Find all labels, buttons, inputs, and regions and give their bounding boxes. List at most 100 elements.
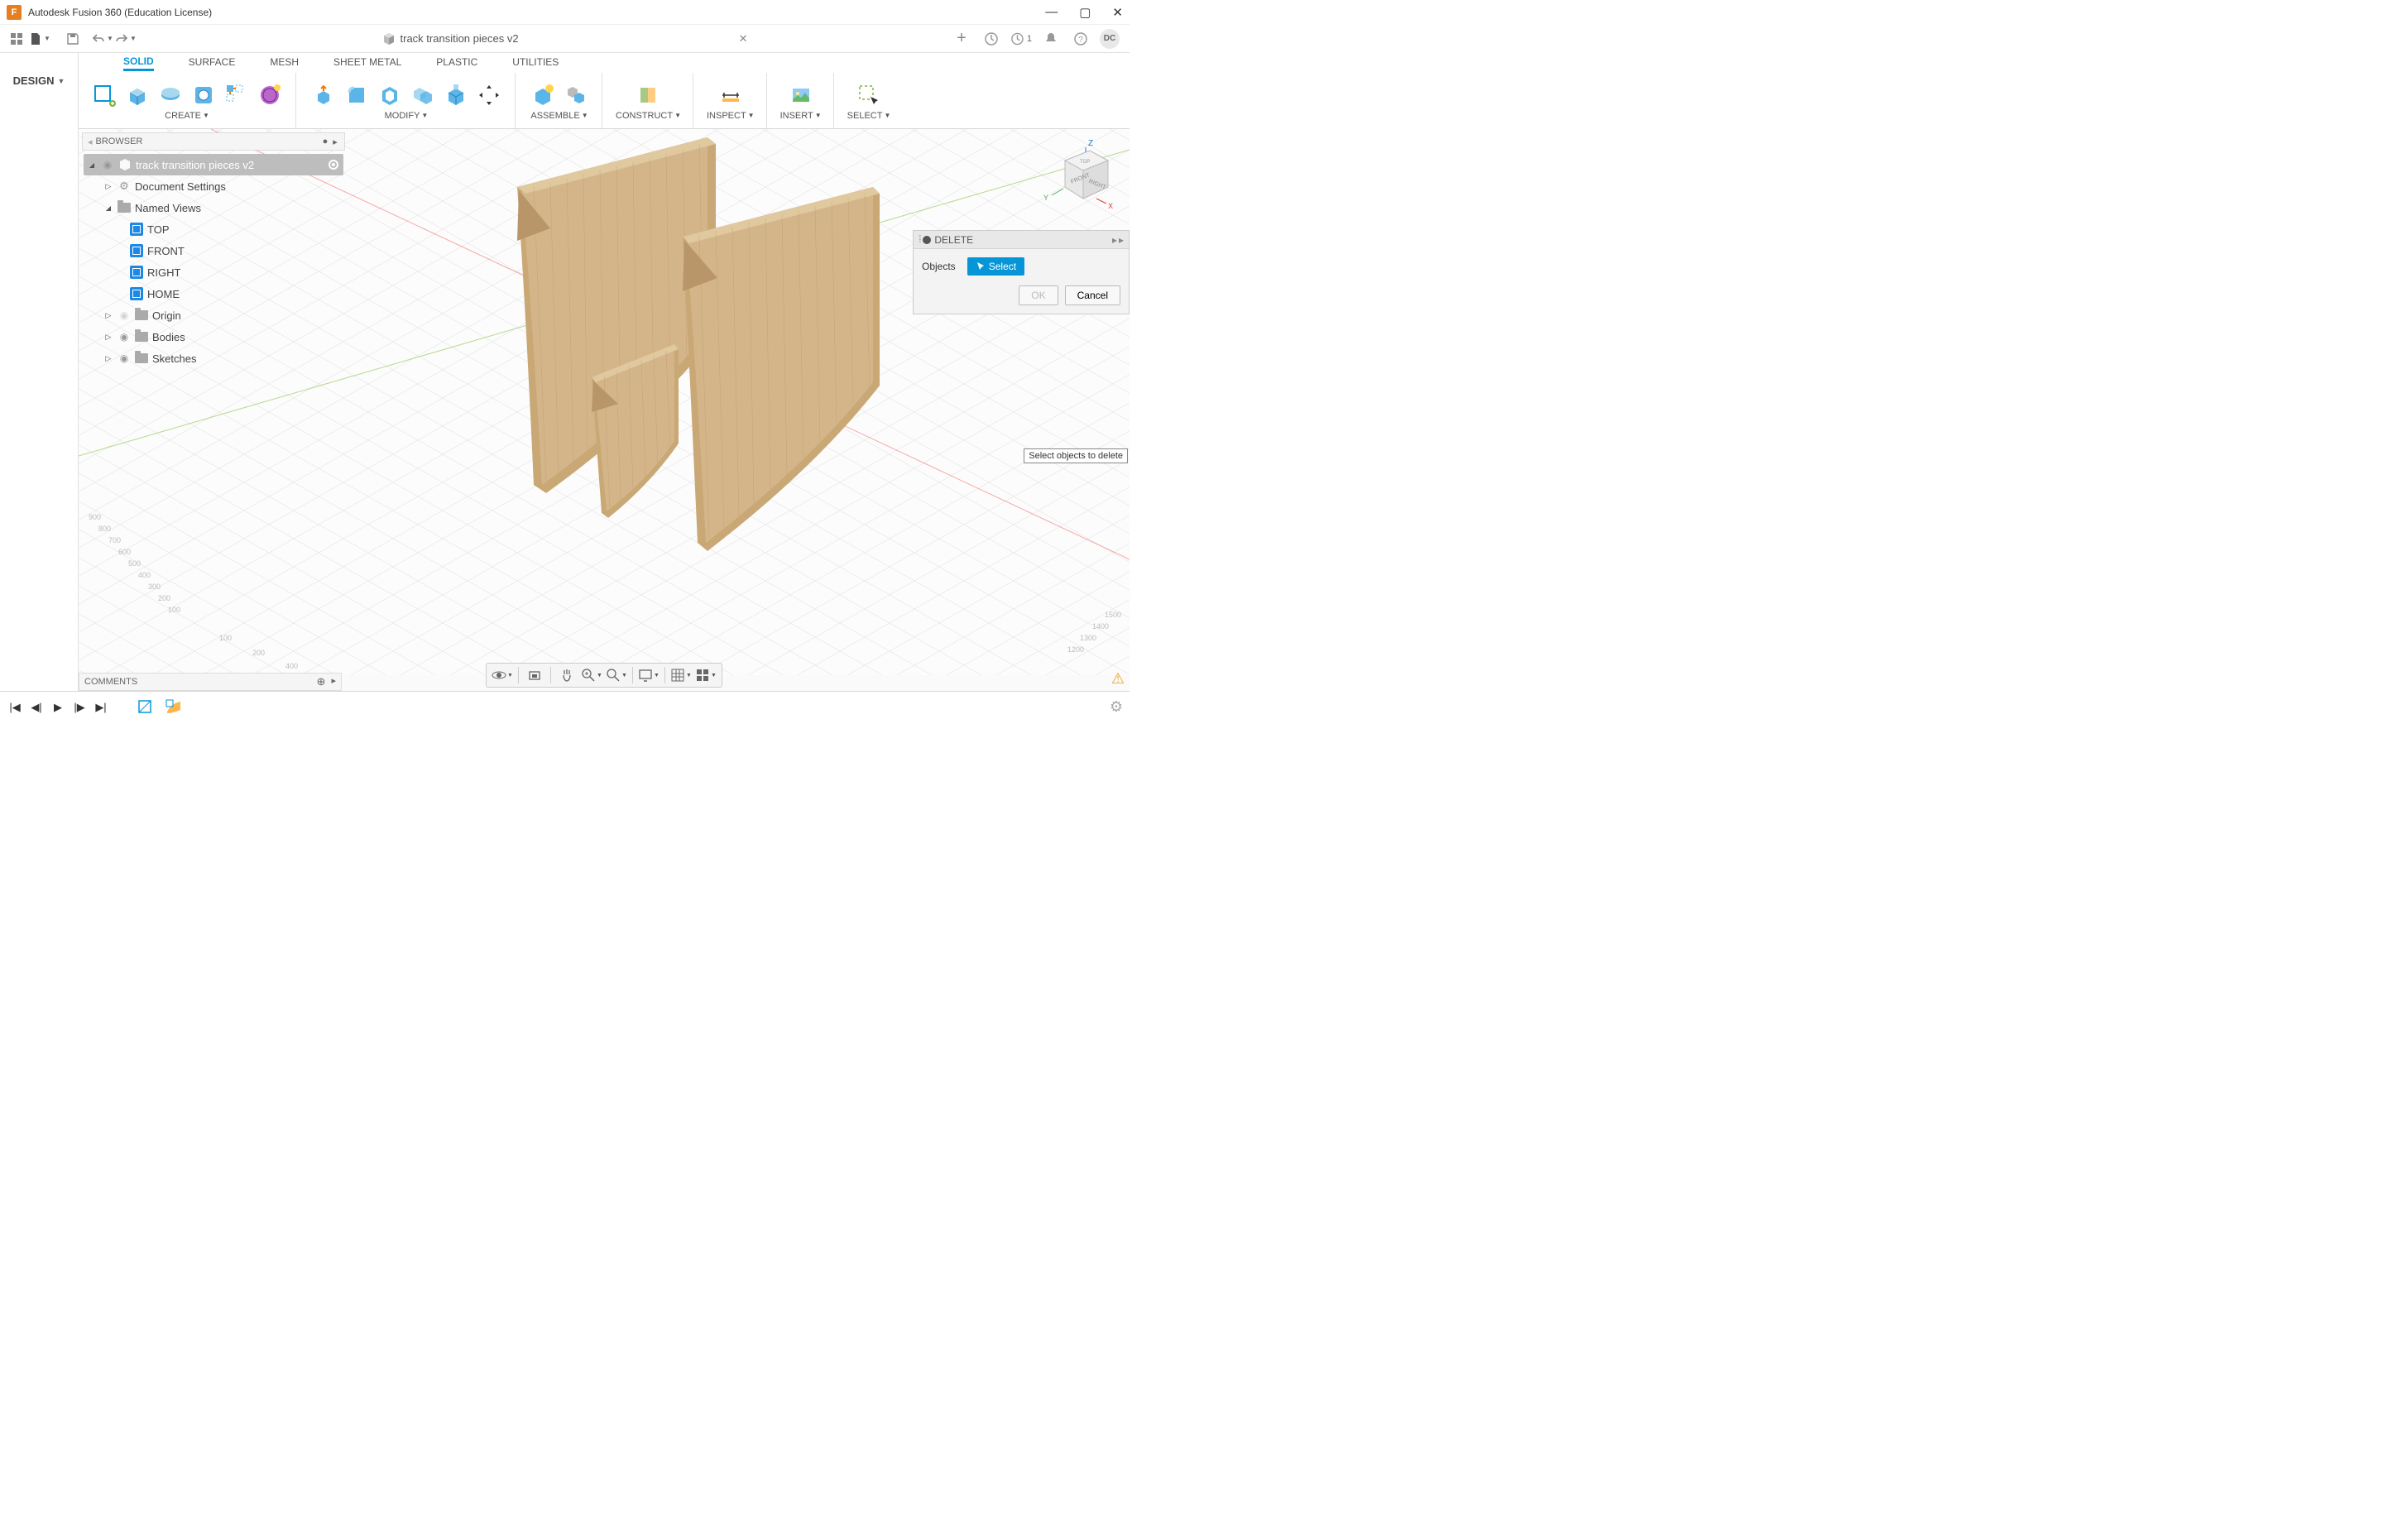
svg-text:X: X: [1108, 202, 1113, 210]
zoom-button[interactable]: ▼: [581, 664, 602, 686]
fillet-button[interactable]: [343, 81, 371, 109]
visibility-toggle-icon[interactable]: ◉: [118, 331, 131, 343]
job-status-button[interactable]: 1: [1010, 28, 1032, 50]
tab-mesh[interactable]: MESH: [270, 56, 299, 70]
shell-button[interactable]: [376, 81, 404, 109]
comments-expand-icon[interactable]: ▸: [331, 675, 336, 688]
tab-sheet-metal[interactable]: SHEET METAL: [333, 56, 401, 70]
viewport-layout-button[interactable]: ▼: [695, 664, 717, 686]
combine-button[interactable]: [409, 81, 437, 109]
pattern-button[interactable]: [223, 81, 251, 109]
folder-icon: [118, 201, 131, 214]
timeline-sketch-op[interactable]: [134, 696, 157, 719]
browser-origin[interactable]: ◉ Origin: [84, 304, 343, 326]
browser-sketches[interactable]: ◉ Sketches: [84, 348, 343, 369]
browser-doc-settings[interactable]: ⚙ Document Settings: [84, 175, 343, 197]
redo-button[interactable]: ▼: [114, 27, 137, 50]
warning-icon[interactable]: ⚠: [1111, 670, 1125, 688]
timeline-surface-op[interactable]: [162, 696, 185, 719]
workspace-switcher[interactable]: DESIGN▼: [13, 74, 65, 87]
timeline-prev-button[interactable]: ◀|: [28, 699, 45, 716]
bodies-label: Bodies: [152, 331, 185, 343]
file-menu-button[interactable]: ▼: [28, 27, 51, 50]
active-component-icon[interactable]: [329, 160, 338, 170]
document-name: track transition pieces v2: [401, 32, 519, 45]
grid-settings-button[interactable]: ▼: [670, 664, 692, 686]
user-avatar[interactable]: DC: [1100, 29, 1120, 49]
job-count: 1: [1027, 34, 1032, 44]
browser-header[interactable]: ◂ BROWSER ●▸: [82, 132, 345, 151]
extensions-button[interactable]: [981, 28, 1002, 50]
svg-text:400: 400: [285, 662, 298, 670]
tab-surface[interactable]: SURFACE: [189, 56, 236, 70]
construct-button[interactable]: [634, 81, 662, 109]
pan-button[interactable]: [556, 664, 578, 686]
insert-button[interactable]: [787, 81, 815, 109]
visibility-toggle-icon[interactable]: ◉: [118, 352, 131, 364]
browser-view-home[interactable]: HOME: [84, 283, 343, 304]
document-tab[interactable]: track transition pieces v2 ✕: [382, 32, 748, 46]
form-button[interactable]: [256, 81, 284, 109]
browser-named-views[interactable]: Named Views: [84, 197, 343, 218]
offset-face-button[interactable]: [442, 81, 470, 109]
tab-close-button[interactable]: ✕: [739, 32, 748, 46]
orbit-button[interactable]: ▼: [492, 664, 513, 686]
svg-text:1400: 1400: [1092, 622, 1109, 630]
status-tooltip: Select objects to delete: [1024, 448, 1128, 463]
browser-minimize-icon[interactable]: ●: [321, 137, 329, 146]
data-panel-button[interactable]: [5, 27, 28, 50]
canvas[interactable]: 900800700 600500400 300200100 100200400 …: [79, 129, 1130, 691]
timeline-play-button[interactable]: ▶: [50, 699, 66, 716]
timeline-end-button[interactable]: ▶|: [93, 699, 109, 716]
save-button[interactable]: [61, 27, 84, 50]
delete-ok-button[interactable]: OK: [1019, 285, 1058, 305]
browser-root-label: track transition pieces v2: [136, 159, 324, 171]
fit-button[interactable]: ▼: [606, 664, 627, 686]
tab-utilities[interactable]: UTILITIES: [512, 56, 559, 70]
comments-panel[interactable]: COMMENTS ⊕ ▸: [79, 673, 342, 691]
inspect-button[interactable]: [717, 81, 745, 109]
construct-group-label: CONSTRUCT: [616, 111, 673, 121]
browser-expand-icon[interactable]: ▸: [331, 137, 339, 146]
new-component-button[interactable]: [529, 81, 557, 109]
timeline-settings-button[interactable]: ⚙: [1110, 698, 1123, 716]
tab-solid[interactable]: SOLID: [123, 55, 154, 71]
visibility-toggle-icon[interactable]: ◉: [118, 309, 131, 321]
extrude-button[interactable]: [123, 81, 151, 109]
press-pull-button[interactable]: [309, 81, 338, 109]
select-button[interactable]: [855, 81, 883, 109]
move-button[interactable]: [475, 81, 503, 109]
minimize-button[interactable]: —: [1045, 5, 1058, 19]
browser-view-front[interactable]: FRONT: [84, 240, 343, 261]
visibility-toggle-icon[interactable]: ◉: [101, 159, 114, 170]
close-button[interactable]: ✕: [1112, 5, 1123, 20]
delete-select-button[interactable]: Select: [967, 257, 1024, 276]
comments-add-icon[interactable]: ⊕: [317, 675, 326, 688]
browser-bodies[interactable]: ◉ Bodies: [84, 326, 343, 348]
timeline-start-button[interactable]: |◀: [7, 699, 23, 716]
browser-view-right[interactable]: RIGHT: [84, 261, 343, 283]
look-at-button[interactable]: [524, 664, 545, 686]
browser-view-top[interactable]: TOP: [84, 218, 343, 240]
maximize-button[interactable]: ▢: [1079, 5, 1091, 20]
sketch-button[interactable]: [90, 81, 118, 109]
joint-button[interactable]: [562, 81, 590, 109]
browser-root-node[interactable]: ◉ track transition pieces v2: [84, 154, 343, 175]
svg-text:TOP: TOP: [1080, 160, 1090, 165]
svg-text:800: 800: [98, 525, 111, 533]
undo-button[interactable]: ▼: [91, 27, 114, 50]
tab-plastic[interactable]: PLASTIC: [436, 56, 477, 70]
new-tab-button[interactable]: +: [951, 28, 972, 50]
view-cube[interactable]: Z FRONT RIGHT TOP Y X: [1040, 136, 1115, 218]
timeline-next-button[interactable]: |▶: [71, 699, 88, 716]
svg-text:100: 100: [168, 606, 180, 614]
view-icon: [130, 287, 143, 300]
notifications-button[interactable]: [1040, 28, 1062, 50]
display-settings-button[interactable]: ▼: [638, 664, 660, 686]
folder-icon: [135, 330, 148, 343]
help-button[interactable]: ?: [1070, 28, 1091, 50]
delete-dialog-header[interactable]: ⦙⦙ DELETE ▸▸: [914, 231, 1129, 249]
hole-button[interactable]: [189, 81, 218, 109]
delete-cancel-button[interactable]: Cancel: [1065, 285, 1120, 305]
revolve-button[interactable]: [156, 81, 185, 109]
